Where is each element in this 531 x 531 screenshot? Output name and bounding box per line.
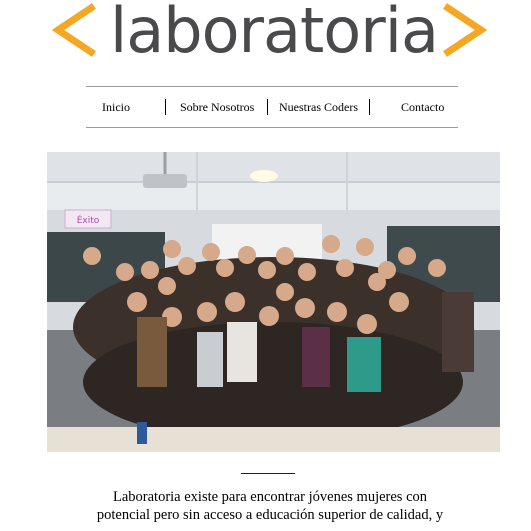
group-photo: Éxito <box>47 152 500 452</box>
nav-divider <box>369 99 370 115</box>
logo-wordmark: laboratoria <box>110 0 438 67</box>
nav-contacto[interactable]: Contacto <box>401 87 444 127</box>
right-bracket-icon <box>443 3 488 57</box>
nav-divider <box>267 99 268 115</box>
intro-text: Laboratoria existe para encontrar jóvene… <box>60 488 480 524</box>
nav-nuestras-coders[interactable]: Nuestras Coders <box>279 87 358 127</box>
projector-icon <box>143 174 187 188</box>
intro-line-1: Laboratoria existe para encontrar jóvene… <box>112 489 428 505</box>
left-bracket-icon <box>51 3 96 57</box>
group-photo-illustration: Éxito <box>47 152 500 452</box>
ceiling-light-icon <box>250 170 278 182</box>
nav-sobre-nosotros[interactable]: Sobre Nosotros <box>180 87 254 127</box>
nav-inicio[interactable]: Inicio <box>102 87 130 127</box>
intro-line-2: potencial pero sin acceso a educación su… <box>96 507 444 523</box>
section-divider <box>241 473 295 474</box>
students-group <box>73 257 473 442</box>
main-nav: Inicio Sobre Nosotros Nuestras Coders Co… <box>86 86 458 128</box>
site-logo[interactable]: laboratoria <box>0 0 531 72</box>
wall-sign: Éxito <box>77 214 100 226</box>
nav-divider <box>165 99 166 115</box>
